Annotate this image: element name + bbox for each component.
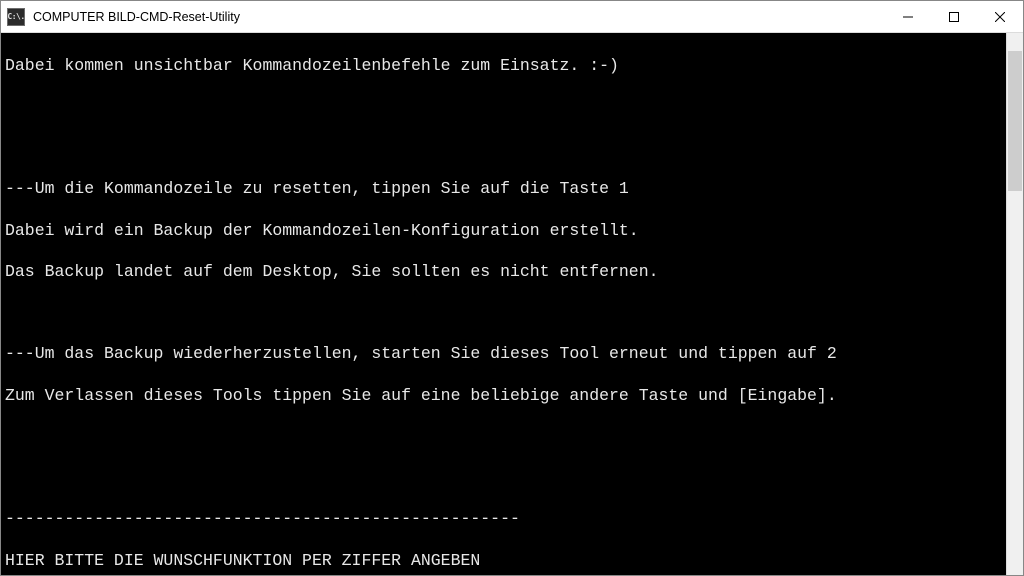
scrollbar-thumb[interactable] xyxy=(1008,51,1022,191)
terminal-blank xyxy=(5,468,1019,489)
close-icon xyxy=(995,12,1005,22)
window-title: COMPUTER BILD-CMD-Reset-Utility xyxy=(33,10,885,24)
terminal-blank xyxy=(5,427,1019,448)
terminal-blank xyxy=(5,138,1019,159)
terminal-divider: ----------------------------------------… xyxy=(5,509,1019,530)
terminal-line: Dabei wird ein Backup der Kommandozeilen… xyxy=(5,221,1019,242)
terminal-line: Das Backup landet auf dem Desktop, Sie s… xyxy=(5,262,1019,283)
close-button[interactable] xyxy=(977,1,1023,32)
titlebar[interactable]: C:\. COMPUTER BILD-CMD-Reset-Utility xyxy=(1,1,1023,33)
vertical-scrollbar[interactable] xyxy=(1006,33,1023,575)
terminal-line: ---Um die Kommandozeile zu resetten, tip… xyxy=(5,179,1019,200)
cmd-icon: C:\. xyxy=(7,8,25,26)
terminal-blank xyxy=(5,97,1019,118)
terminal-blank xyxy=(5,303,1019,324)
terminal-line: Dabei kommen unsichtbar Kommandozeilenbe… xyxy=(5,56,1019,77)
window-frame: C:\. COMPUTER BILD-CMD-Reset-Utility Dab… xyxy=(0,0,1024,576)
terminal-content[interactable]: Dabei kommen unsichtbar Kommandozeilenbe… xyxy=(1,33,1023,575)
maximize-button[interactable] xyxy=(931,1,977,32)
minimize-icon xyxy=(903,12,913,22)
window-controls xyxy=(885,1,1023,32)
minimize-button[interactable] xyxy=(885,1,931,32)
maximize-icon xyxy=(949,12,959,22)
terminal-line: ---Um das Backup wiederherzustellen, sta… xyxy=(5,344,1019,365)
terminal-line: HIER BITTE DIE WUNSCHFUNKTION PER ZIFFER… xyxy=(5,551,1019,572)
terminal-line: Zum Verlassen dieses Tools tippen Sie au… xyxy=(5,386,1019,407)
